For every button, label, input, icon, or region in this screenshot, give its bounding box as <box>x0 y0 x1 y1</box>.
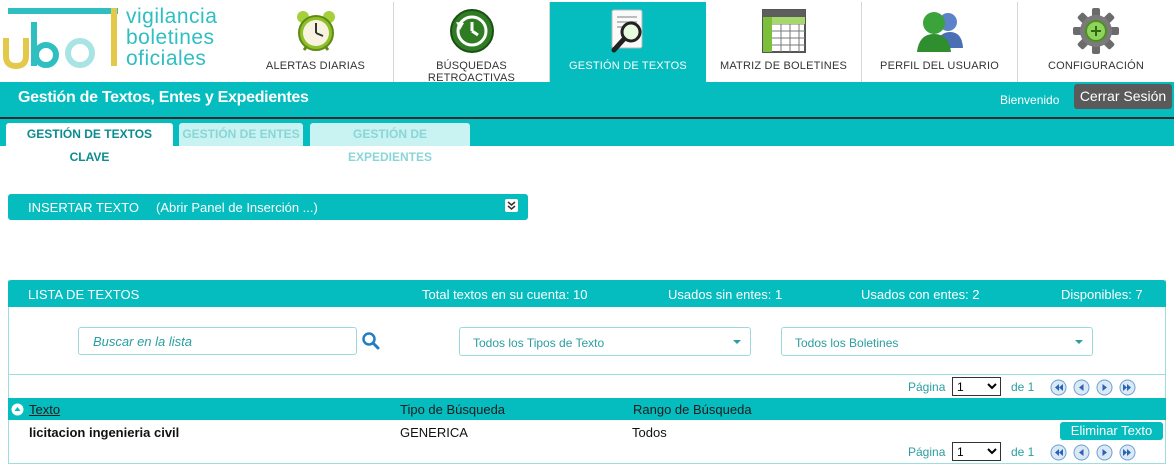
chevron-down-icon <box>733 340 741 344</box>
next-page-icon[interactable] <box>1096 379 1113 396</box>
text-type-filter[interactable]: Todos los Tipos de Texto <box>459 327 751 356</box>
sort-up-icon[interactable] <box>11 403 24 416</box>
list-title: LISTA DE TEXTOS <box>28 287 140 302</box>
text-list-header: LISTA DE TEXTOS Total textos en su cuent… <box>8 280 1166 307</box>
nav-perfil-del-usuario[interactable]: PERFIL DEL USUARIO <box>862 2 1018 82</box>
pager-top: Página 1 de 1 <box>900 376 1140 398</box>
history-clock-icon <box>449 9 494 53</box>
cell-tipo: GENERICA <box>400 425 468 440</box>
delete-text-button[interactable]: Eliminar Texto <box>1060 422 1163 440</box>
logo-word: boletines <box>126 26 215 49</box>
used-without-entities: Usados sin entes: 1 <box>668 287 783 302</box>
welcome-text: Bienvenido <box>1000 93 1060 107</box>
insert-panel-title: INSERTAR TEXTO <box>28 200 140 215</box>
nav-label: CONFIGURACIÓN <box>1047 60 1145 72</box>
nav-label: BÚSQUEDAS RETROACTIVAS <box>427 60 516 84</box>
page-of-label: de 1 <box>1011 445 1035 459</box>
column-texto[interactable]: Texto <box>29 402 60 417</box>
main-nav: ALERTAS DIARIAS BÚSQUEDAS RETROACTIVAS G… <box>238 2 1174 84</box>
text-type-filter-value: Todos los Tipos de Texto <box>473 336 605 350</box>
search-icon[interactable] <box>361 332 381 350</box>
bulletin-filter[interactable]: Todos los Boletines <box>781 327 1093 356</box>
column-rango-busqueda: Rango de Búsqueda <box>633 402 752 417</box>
nav-gestion-de-textos[interactable]: GESTIÓN DE TEXTOS <box>550 2 706 82</box>
table-row: licitacion ingenieria civil GENERICA Tod… <box>8 421 1166 443</box>
pager-bottom: Página 1 de 1 <box>900 441 1140 463</box>
table-header: Texto Tipo de Búsqueda Rango de Búsqueda <box>8 398 1166 420</box>
gear-icon <box>1073 8 1119 54</box>
page-label: Página <box>908 445 946 459</box>
cell-texto: licitacion ingenieria civil <box>29 425 180 440</box>
page-label: Página <box>908 380 946 394</box>
ubo-logo-mark <box>3 8 118 70</box>
tab-textos-clave[interactable]: GESTIÓN DE TEXTOS CLAVE <box>6 123 173 164</box>
nav-label: PERFIL DEL USUARIO <box>880 60 999 72</box>
first-page-icon[interactable] <box>1050 379 1067 396</box>
logo-word: vigilancia <box>126 5 218 28</box>
page-of-label: de 1 <box>1011 380 1035 394</box>
insert-text-panel-toggle[interactable]: INSERTAR TEXTO (Abrir Panel de Inserción… <box>8 194 528 220</box>
filter-divider <box>8 374 1166 375</box>
nav-alertas-diarias[interactable]: ALERTAS DIARIAS <box>238 2 394 82</box>
logout-button[interactable]: Cerrar Sesión <box>1074 84 1172 109</box>
section-header: Gestión de Textos, Entes y Expedientes B… <box>0 82 1174 114</box>
used-with-entities: Usados con entes: 2 <box>861 287 980 302</box>
prev-page-icon[interactable] <box>1073 444 1090 461</box>
bulletin-filter-value: Todos los Boletines <box>795 336 899 350</box>
nav-busquedas-retroactivas[interactable]: BÚSQUEDAS RETROACTIVAS <box>394 2 550 84</box>
tab-expedientes[interactable]: GESTIÓN DE EXPEDIENTES <box>310 123 470 164</box>
first-page-icon[interactable] <box>1050 444 1067 461</box>
nav-configuracion[interactable]: CONFIGURACIÓN <box>1018 2 1174 82</box>
last-page-icon[interactable] <box>1119 444 1136 461</box>
logo-text: vigilancia boletines oficiales <box>126 6 217 69</box>
prev-page-icon[interactable] <box>1073 379 1090 396</box>
user-profile-icon <box>916 12 963 52</box>
nav-matriz-de-boletines[interactable]: MATRIZ DE BOLETINES <box>706 2 862 82</box>
next-page-icon[interactable] <box>1096 444 1113 461</box>
column-tipo-busqueda: Tipo de Búsqueda <box>400 402 506 417</box>
subtab-bar: GESTIÓN DE TEXTOS CLAVE GESTIÓN DE ENTES… <box>0 119 1174 164</box>
tab-entes[interactable]: GESTIÓN DE ENTES <box>179 123 303 146</box>
expand-double-chevron-icon[interactable] <box>505 199 518 212</box>
insert-panel-hint: (Abrir Panel de Inserción ...) <box>156 200 318 215</box>
chevron-down-icon <box>1075 340 1083 344</box>
total-texts: Total textos en su cuenta: 10 <box>422 287 588 302</box>
cell-rango: Todos <box>632 425 667 440</box>
search-field[interactable] <box>78 327 357 355</box>
alarm-clock-icon <box>296 11 335 51</box>
last-page-icon[interactable] <box>1119 379 1136 396</box>
spreadsheet-icon <box>761 9 806 53</box>
search-input[interactable] <box>79 328 356 354</box>
ubo-logo[interactable]: vigilancia boletines oficiales <box>0 0 238 82</box>
page-title: Gestión de Textos, Entes y Expedientes <box>18 89 309 106</box>
top-bar: vigilancia boletines oficiales ALERTAS D… <box>0 0 1174 84</box>
document-magnifier-icon <box>611 9 643 53</box>
logo-word: oficiales <box>126 47 207 70</box>
page-select[interactable]: 1 <box>952 377 1001 396</box>
nav-label: ALERTAS DIARIAS <box>265 60 366 72</box>
page-select[interactable]: 1 <box>952 442 1001 461</box>
available-texts: Disponibles: 7 <box>1061 287 1143 302</box>
nav-label: GESTIÓN DE TEXTOS <box>569 60 687 72</box>
nav-label: MATRIZ DE BOLETINES <box>719 60 848 72</box>
